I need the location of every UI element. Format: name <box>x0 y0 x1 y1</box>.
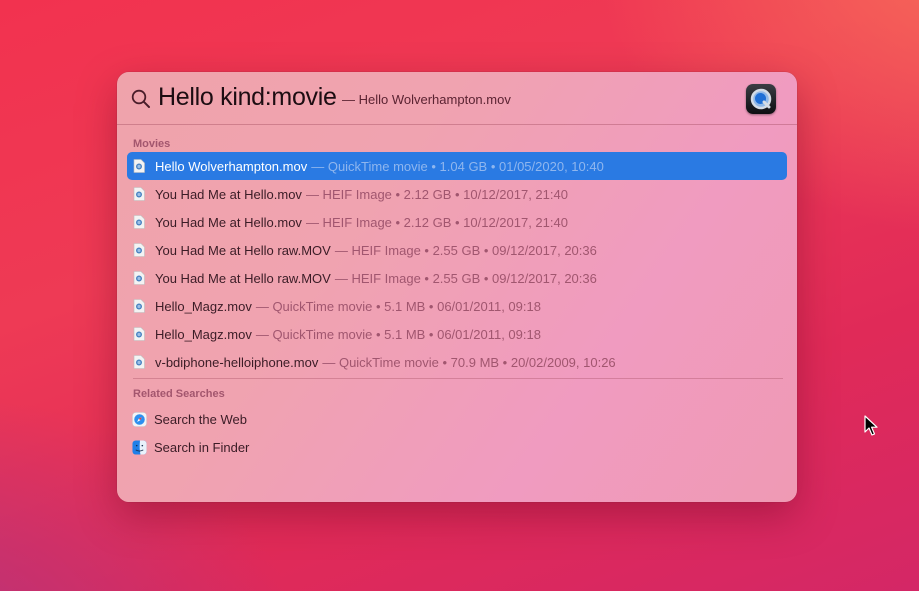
result-name: Hello_Magz.mov <box>155 326 252 342</box>
result-meta: — HEIF Image • 2.12 GB • 10/12/2017, 21:… <box>305 186 568 202</box>
search-icon <box>131 89 150 108</box>
result-name: You Had Me at Hello.mov <box>155 214 302 230</box>
result-name: You Had Me at Hello raw.MOV <box>155 242 331 258</box>
related-searches-list: Search the Web Search in Finder <box>127 405 787 461</box>
result-row[interactable]: Hello_Magz.mov — QuickTime movie • 5.1 M… <box>127 320 787 348</box>
result-name: Hello Wolverhampton.mov <box>155 158 308 174</box>
result-name: v-bdiphone-helloiphone.mov <box>155 354 319 370</box>
movie-file-icon <box>133 327 145 341</box>
movie-file-icon <box>133 355 145 369</box>
related-search-label: Search in Finder <box>154 439 250 455</box>
search-input[interactable]: Hello kind:movie <box>158 83 337 112</box>
result-meta: — QuickTime movie • 1.04 GB • 01/05/2020… <box>311 158 604 174</box>
result-name: Hello_Magz.mov <box>155 298 252 314</box>
search-bar[interactable]: Hello kind:movie — Hello Wolverhampton.m… <box>117 72 797 125</box>
finder-icon <box>132 439 147 455</box>
section-header-related: Related Searches <box>133 388 225 400</box>
movie-file-icon <box>133 271 145 285</box>
result-row[interactable]: You Had Me at Hello.mov — HEIF Image • 2… <box>127 208 787 236</box>
result-meta: — HEIF Image • 2.55 GB • 09/12/2017, 20:… <box>334 270 597 286</box>
result-row[interactable]: Hello_Magz.mov — QuickTime movie • 5.1 M… <box>127 292 787 320</box>
movie-file-icon <box>133 187 145 201</box>
search-completion: — Hello Wolverhampton.mov <box>342 92 511 107</box>
result-meta: — QuickTime movie • 70.9 MB • 20/02/2009… <box>322 354 616 370</box>
related-search-label: Search the Web <box>154 411 247 427</box>
mouse-pointer-icon <box>864 415 878 436</box>
result-meta: — QuickTime movie • 5.1 MB • 06/01/2011,… <box>255 298 541 314</box>
movie-file-icon <box>133 243 145 257</box>
movie-file-icon <box>133 215 145 229</box>
result-row[interactable]: You Had Me at Hello.mov — HEIF Image • 2… <box>127 180 787 208</box>
related-search-web[interactable]: Search the Web <box>127 405 787 433</box>
safari-icon <box>132 411 147 427</box>
result-name: You Had Me at Hello.mov <box>155 186 302 202</box>
result-name: You Had Me at Hello raw.MOV <box>155 270 331 286</box>
result-row[interactable]: You Had Me at Hello raw.MOV — HEIF Image… <box>127 264 787 292</box>
quicktime-icon <box>746 84 776 114</box>
movie-file-icon <box>133 299 145 313</box>
result-row[interactable]: Hello Wolverhampton.mov — QuickTime movi… <box>127 152 787 180</box>
results-list: Hello Wolverhampton.mov — QuickTime movi… <box>127 152 787 376</box>
section-header-movies: Movies <box>133 138 171 150</box>
related-search-finder[interactable]: Search in Finder <box>127 433 787 461</box>
movie-file-icon <box>133 159 145 173</box>
result-meta: — QuickTime movie • 5.1 MB • 06/01/2011,… <box>255 326 541 342</box>
result-row[interactable]: v-bdiphone-helloiphone.mov — QuickTime m… <box>127 348 787 376</box>
result-meta: — HEIF Image • 2.55 GB • 09/12/2017, 20:… <box>334 242 597 258</box>
result-row[interactable]: You Had Me at Hello raw.MOV — HEIF Image… <box>127 236 787 264</box>
section-divider <box>133 378 783 379</box>
spotlight-window: Hello kind:movie — Hello Wolverhampton.m… <box>117 72 797 502</box>
result-meta: — HEIF Image • 2.12 GB • 10/12/2017, 21:… <box>305 214 568 230</box>
